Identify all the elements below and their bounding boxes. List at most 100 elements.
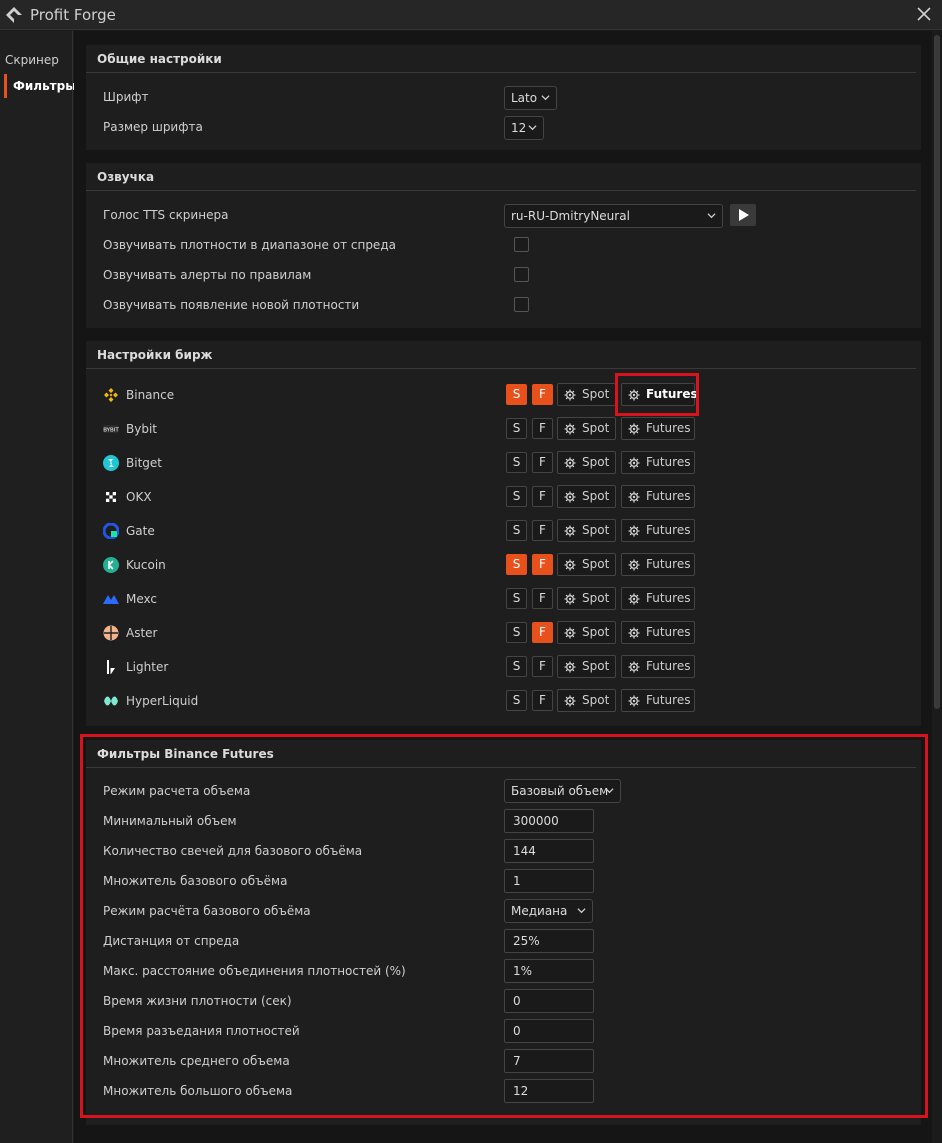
scrollbar[interactable]	[932, 31, 942, 1143]
spot-settings-label: Spot	[582, 523, 610, 537]
spot-settings-label: Spot	[582, 693, 610, 707]
font-label: Шрифт	[103, 90, 149, 104]
spot-settings-button-mexc[interactable]: Spot	[557, 587, 616, 610]
spot-toggle-aster[interactable]: S	[506, 622, 527, 643]
futures-settings-button-aster[interactable]: Futures	[621, 621, 695, 644]
spot-settings-button-hyperliquid[interactable]: Spot	[557, 689, 616, 712]
spot-settings-label: Spot	[582, 557, 610, 571]
gate-icon	[103, 523, 119, 539]
futures-toggle-binance[interactable]: F	[532, 384, 553, 405]
speak-new-density-checkbox[interactable]	[514, 297, 529, 312]
kucoin-icon	[103, 557, 119, 573]
futures-settings-button-bybit[interactable]: Futures	[621, 417, 695, 440]
okx-icon	[106, 492, 116, 502]
futures-settings-label: Futures	[646, 557, 691, 571]
futures-settings-label: Futures	[646, 659, 691, 673]
spot-settings-button-binance[interactable]: Spot	[557, 383, 616, 406]
gear-icon	[628, 457, 640, 469]
app-title: Profit Forge	[30, 5, 116, 24]
futures-settings-label: Futures	[646, 455, 691, 469]
futures-toggle-gate[interactable]: F	[532, 520, 553, 541]
spot-toggle-bybit[interactable]: S	[506, 418, 527, 439]
gear-icon	[564, 525, 576, 537]
spot-toggle-gate[interactable]: S	[506, 520, 527, 541]
voice-settings-title: Озвучка	[86, 163, 916, 191]
filters-highlight-frame	[80, 734, 928, 1118]
gear-icon	[564, 661, 576, 673]
futures-settings-label: Futures	[646, 421, 691, 435]
speak-alerts-checkbox[interactable]	[514, 267, 529, 282]
exchange-settings-title: Настройки бирж	[86, 341, 916, 369]
exchange-name-gate: Gate	[126, 524, 155, 538]
futures-highlight-frame	[615, 373, 699, 416]
gear-icon	[564, 627, 576, 639]
futures-settings-label: Futures	[646, 693, 691, 707]
futures-toggle-bybit[interactable]: F	[532, 418, 553, 439]
exchange-name-binance: Binance	[126, 388, 175, 402]
spot-settings-button-lighter[interactable]: Spot	[557, 655, 616, 678]
futures-toggle-kucoin[interactable]: F	[532, 554, 553, 575]
futures-settings-button-okx[interactable]: Futures	[621, 485, 695, 508]
font-select[interactable]: Lato	[504, 86, 557, 110]
speak-spread-density-checkbox[interactable]	[514, 237, 529, 252]
futures-settings-button-kucoin[interactable]: Futures	[621, 553, 695, 576]
gear-icon	[564, 695, 576, 707]
gear-icon	[628, 491, 640, 503]
spot-toggle-mexc[interactable]: S	[506, 588, 527, 609]
exchange-name-bitget: Bitget	[126, 456, 162, 470]
chevron-down-icon	[528, 125, 537, 131]
futures-settings-label: Futures	[646, 591, 691, 605]
gear-icon	[564, 491, 576, 503]
spot-toggle-kucoin[interactable]: S	[506, 554, 527, 575]
spot-settings-button-bitget[interactable]: Spot	[557, 451, 616, 474]
sidebar-item-screener[interactable]: Скринер	[0, 47, 72, 73]
play-icon	[739, 209, 749, 221]
spot-settings-button-aster[interactable]: Spot	[557, 621, 616, 644]
futures-settings-button-mexc[interactable]: Futures	[621, 587, 695, 610]
tts-voice-label: Голос TTS скринера	[103, 208, 229, 222]
futures-toggle-okx[interactable]: F	[532, 486, 553, 507]
binance-icon	[104, 388, 118, 402]
spot-settings-label: Spot	[582, 659, 610, 673]
gear-icon	[628, 695, 640, 707]
font-select-value: Lato	[511, 91, 538, 105]
font-size-select[interactable]: 12	[504, 116, 544, 140]
close-icon[interactable]	[914, 4, 934, 24]
spot-toggle-bitget[interactable]: S	[506, 452, 527, 473]
svg-text:BYBIT: BYBIT	[103, 428, 119, 434]
exchange-name-kucoin: Kucoin	[126, 558, 166, 572]
spot-toggle-binance[interactable]: S	[506, 384, 527, 405]
futures-toggle-hyperliquid[interactable]: F	[532, 690, 553, 711]
futures-toggle-aster[interactable]: F	[532, 622, 553, 643]
futures-toggle-bitget[interactable]: F	[532, 452, 553, 473]
hyperliquid-icon	[104, 696, 118, 706]
futures-settings-button-lighter[interactable]: Futures	[621, 655, 695, 678]
sidebar-item-filters[interactable]: Фильтры	[0, 73, 76, 99]
spot-settings-button-kucoin[interactable]: Spot	[557, 553, 616, 576]
tts-play-button[interactable]	[730, 204, 756, 226]
spot-toggle-lighter[interactable]: S	[506, 656, 527, 677]
futures-settings-button-bitget[interactable]: Futures	[621, 451, 695, 474]
exchange-name-mexc: Mexc	[126, 592, 158, 606]
spot-settings-button-okx[interactable]: Spot	[557, 485, 616, 508]
title-bar: Profit Forge	[0, 0, 942, 30]
spot-toggle-hyperliquid[interactable]: S	[506, 690, 527, 711]
spot-settings-label: Spot	[582, 591, 610, 605]
futures-settings-button-gate[interactable]: Futures	[621, 519, 695, 542]
speak-spread-density-label: Озвучивать плотности в диапазоне от спре…	[103, 238, 396, 252]
spot-settings-button-gate[interactable]: Spot	[557, 519, 616, 542]
futures-toggle-lighter[interactable]: F	[532, 656, 553, 677]
speak-new-density-label: Озвучивать появление новой плотности	[103, 298, 360, 312]
sidebar: Скринер Фильтры	[0, 31, 76, 1143]
font-size-label: Размер шрифта	[103, 120, 203, 134]
tts-voice-select[interactable]: ru-RU-DmitryNeural	[504, 204, 723, 228]
speak-alerts-label: Озвучивать алерты по правилам	[103, 268, 312, 282]
exchange-name-okx: OKX	[126, 490, 152, 504]
futures-settings-label: Futures	[646, 523, 691, 537]
scrollbar-thumb[interactable]	[934, 35, 940, 709]
futures-settings-button-hyperliquid[interactable]: Futures	[621, 689, 695, 712]
futures-toggle-mexc[interactable]: F	[532, 588, 553, 609]
font-size-select-value: 12	[511, 121, 527, 135]
spot-toggle-okx[interactable]: S	[506, 486, 527, 507]
spot-settings-button-bybit[interactable]: Spot	[557, 417, 616, 440]
